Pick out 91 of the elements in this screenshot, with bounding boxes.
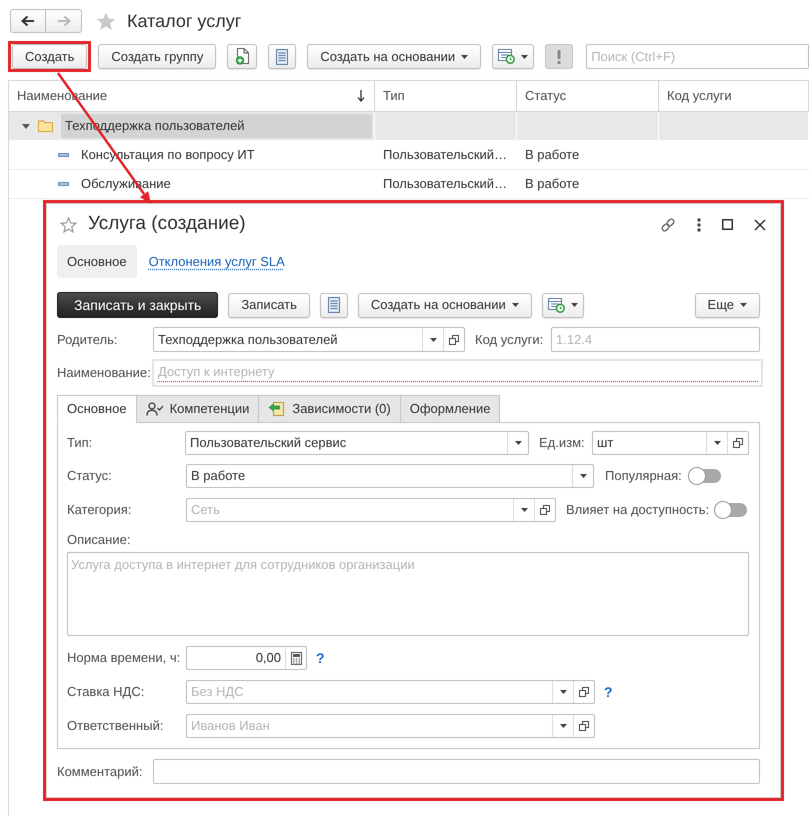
folder-icon bbox=[38, 120, 53, 132]
dash-icon bbox=[58, 153, 69, 157]
tab[interactable]: Зависимости (0) bbox=[258, 395, 401, 423]
calculator-icon bbox=[290, 652, 302, 664]
caret-icon bbox=[521, 54, 528, 58]
caret-icon bbox=[514, 441, 522, 445]
caret-icon bbox=[714, 441, 720, 445]
caret-icon bbox=[580, 474, 586, 478]
field-label: Статус: bbox=[67, 467, 113, 486]
nav-tab[interactable]: Отклонения услуг SLA bbox=[148, 252, 285, 272]
form-title: Услуга (создание) bbox=[88, 212, 246, 236]
overlapping-squares-icon bbox=[540, 505, 550, 515]
help-link[interactable]: ? bbox=[604, 682, 613, 702]
add-document-button[interactable] bbox=[227, 44, 258, 69]
table-cell-text: Пользовательский… bbox=[382, 175, 508, 194]
table-cell-text: Пользовательский… bbox=[382, 146, 508, 164]
field-label: Комментарий: bbox=[57, 762, 144, 781]
description-field[interactable]: Услуга доступа в интернет для сотрудников организации bbox=[67, 552, 749, 636]
help-link[interactable]: ? bbox=[316, 648, 325, 668]
caret-icon bbox=[461, 54, 468, 58]
column-header[interactable]: Статус bbox=[517, 81, 659, 111]
overlapping-squares-icon bbox=[733, 438, 743, 448]
dash-icon bbox=[58, 182, 69, 186]
document-plus-icon bbox=[235, 48, 250, 65]
back-button[interactable] bbox=[10, 9, 46, 33]
table-cell-text: В работе bbox=[524, 146, 580, 164]
star-icon[interactable] bbox=[96, 12, 116, 30]
command-button[interactable]: Записать bbox=[228, 292, 310, 318]
field-label: Популярная: bbox=[605, 467, 682, 486]
search-field[interactable]: Поиск (Ctrl+F) bbox=[586, 44, 809, 69]
table-clock-icon bbox=[498, 49, 516, 64]
close-icon[interactable] bbox=[754, 218, 766, 230]
overlapping-squares-icon bbox=[579, 687, 589, 697]
report-menu-button[interactable] bbox=[492, 44, 534, 69]
type-field[interactable]: Пользовательский сервис bbox=[185, 431, 529, 455]
nav-tab[interactable]: Основное bbox=[57, 245, 137, 278]
report-menu-button[interactable] bbox=[542, 292, 584, 318]
primary-button[interactable]: Записать и закрыть bbox=[57, 292, 218, 318]
field-label: Ед.изм: bbox=[539, 434, 586, 452]
caret-icon bbox=[520, 508, 528, 512]
list-button[interactable] bbox=[268, 44, 296, 69]
list-icon bbox=[276, 48, 288, 64]
toggle-switch[interactable] bbox=[714, 501, 748, 519]
field-label: Ответственный: bbox=[67, 717, 164, 736]
important-button[interactable] bbox=[545, 44, 574, 69]
menu-button[interactable]: Создать на основании bbox=[307, 44, 482, 69]
column-header[interactable]: Тип bbox=[375, 81, 517, 111]
field-label: Описание: bbox=[67, 531, 130, 550]
comment-field[interactable] bbox=[153, 759, 760, 784]
caret-icon bbox=[560, 690, 566, 694]
table-cell-text: В работе bbox=[524, 175, 580, 194]
toolbar-button[interactable]: Создать bbox=[12, 44, 88, 69]
field-label: Категория: bbox=[67, 501, 132, 520]
maximize-icon[interactable] bbox=[722, 219, 733, 230]
page-title: Каталог услуг bbox=[127, 10, 242, 33]
expand-arrow-icon[interactable] bbox=[22, 124, 30, 128]
arrow-document-icon bbox=[268, 401, 286, 417]
caret-icon bbox=[740, 303, 747, 307]
caret-icon bbox=[430, 338, 436, 342]
tab[interactable]: Основное bbox=[57, 395, 137, 423]
parent-field[interactable]: Техподдержка пользователей bbox=[153, 327, 465, 352]
more-icon[interactable] bbox=[697, 218, 701, 232]
list-button[interactable] bbox=[320, 292, 348, 318]
field-label: Родитель: bbox=[57, 330, 118, 349]
more-button[interactable]: Еще bbox=[694, 292, 760, 318]
field-label: Ставка НДС: bbox=[67, 683, 146, 702]
overlapping-squares-icon bbox=[579, 721, 589, 731]
exclamation-icon bbox=[557, 50, 562, 64]
link-icon[interactable] bbox=[660, 216, 676, 232]
caret-icon bbox=[512, 303, 519, 307]
menu-button[interactable]: Создать на основании bbox=[358, 292, 532, 318]
tab[interactable]: Компетенции bbox=[136, 395, 260, 423]
field-label: Наименование: bbox=[57, 364, 152, 382]
caret-icon bbox=[560, 724, 566, 728]
unit-field[interactable]: шт bbox=[592, 431, 749, 455]
list-icon bbox=[328, 297, 340, 313]
toggle-switch[interactable] bbox=[688, 467, 721, 485]
tab[interactable]: Оформление bbox=[400, 395, 500, 423]
field-label: Влияет на доступность: bbox=[566, 501, 710, 520]
column-header[interactable]: Код услуги bbox=[659, 81, 809, 111]
star-icon[interactable] bbox=[60, 216, 77, 232]
time-norm-field[interactable]: 0,00 bbox=[186, 646, 307, 670]
toolbar-button[interactable]: Создать группу bbox=[98, 44, 216, 69]
status-field[interactable]: В работе bbox=[186, 464, 594, 488]
caret-icon bbox=[570, 303, 578, 307]
person-check-icon bbox=[146, 402, 164, 416]
field-label: Код услуги: bbox=[475, 330, 544, 349]
overlapping-squares-icon bbox=[449, 334, 459, 344]
field-label: Тип: bbox=[67, 434, 94, 452]
table-clock-icon bbox=[548, 298, 565, 312]
field-label: Норма времени, ч: bbox=[67, 649, 182, 668]
